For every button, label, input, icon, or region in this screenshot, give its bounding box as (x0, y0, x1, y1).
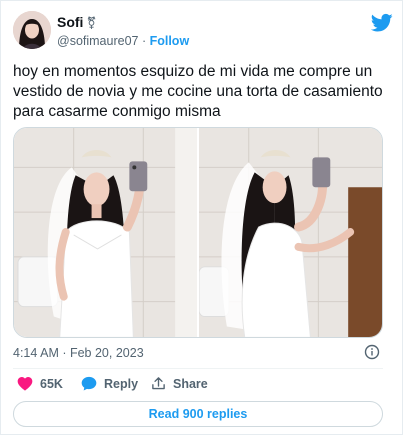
follow-button[interactable]: Follow (150, 34, 190, 48)
like-button[interactable]: 65K (17, 376, 63, 391)
share-label: Share (173, 376, 208, 391)
photo-mirror-selfie-front[interactable] (14, 128, 197, 337)
tweet-actions: 65K Reply Share (13, 376, 383, 394)
tweet-timestamp[interactable]: 4:14 AM · Feb 20, 2023 (13, 346, 144, 360)
display-name[interactable]: Sofi (57, 14, 83, 30)
divider (13, 368, 383, 369)
reply-button[interactable]: Reply (81, 376, 138, 391)
handle[interactable]: @sofimaure07 (57, 34, 138, 48)
share-upload-icon (152, 377, 165, 390)
tweet-header: Sofi ⚧ @sofimaure07 · Follow (13, 11, 393, 51)
like-count: 65K (40, 376, 63, 391)
twitter-bird-icon[interactable] (371, 13, 393, 33)
gender-symbol-icon: ⚧ (86, 16, 97, 30)
author-names: Sofi ⚧ @sofimaure07 · Follow (57, 14, 189, 48)
info-icon[interactable] (364, 344, 380, 360)
tweet-media (13, 127, 383, 338)
tweet-text: hoy en momentos esquizo de mi vida me co… (13, 63, 383, 120)
read-replies-button[interactable]: Read 900 replies (13, 401, 383, 427)
separator: · (138, 34, 150, 48)
reply-label: Reply (104, 376, 139, 391)
heart-icon (17, 376, 33, 391)
tweet-card: Sofi ⚧ @sofimaure07 · Follow hoy en momen… (0, 0, 403, 435)
share-button[interactable]: Share (151, 376, 208, 391)
reply-bubble-icon (81, 376, 97, 391)
handle-row: @sofimaure07 · Follow (57, 34, 189, 48)
photo-mirror-selfie-side[interactable] (199, 128, 382, 337)
avatar[interactable] (13, 11, 51, 49)
